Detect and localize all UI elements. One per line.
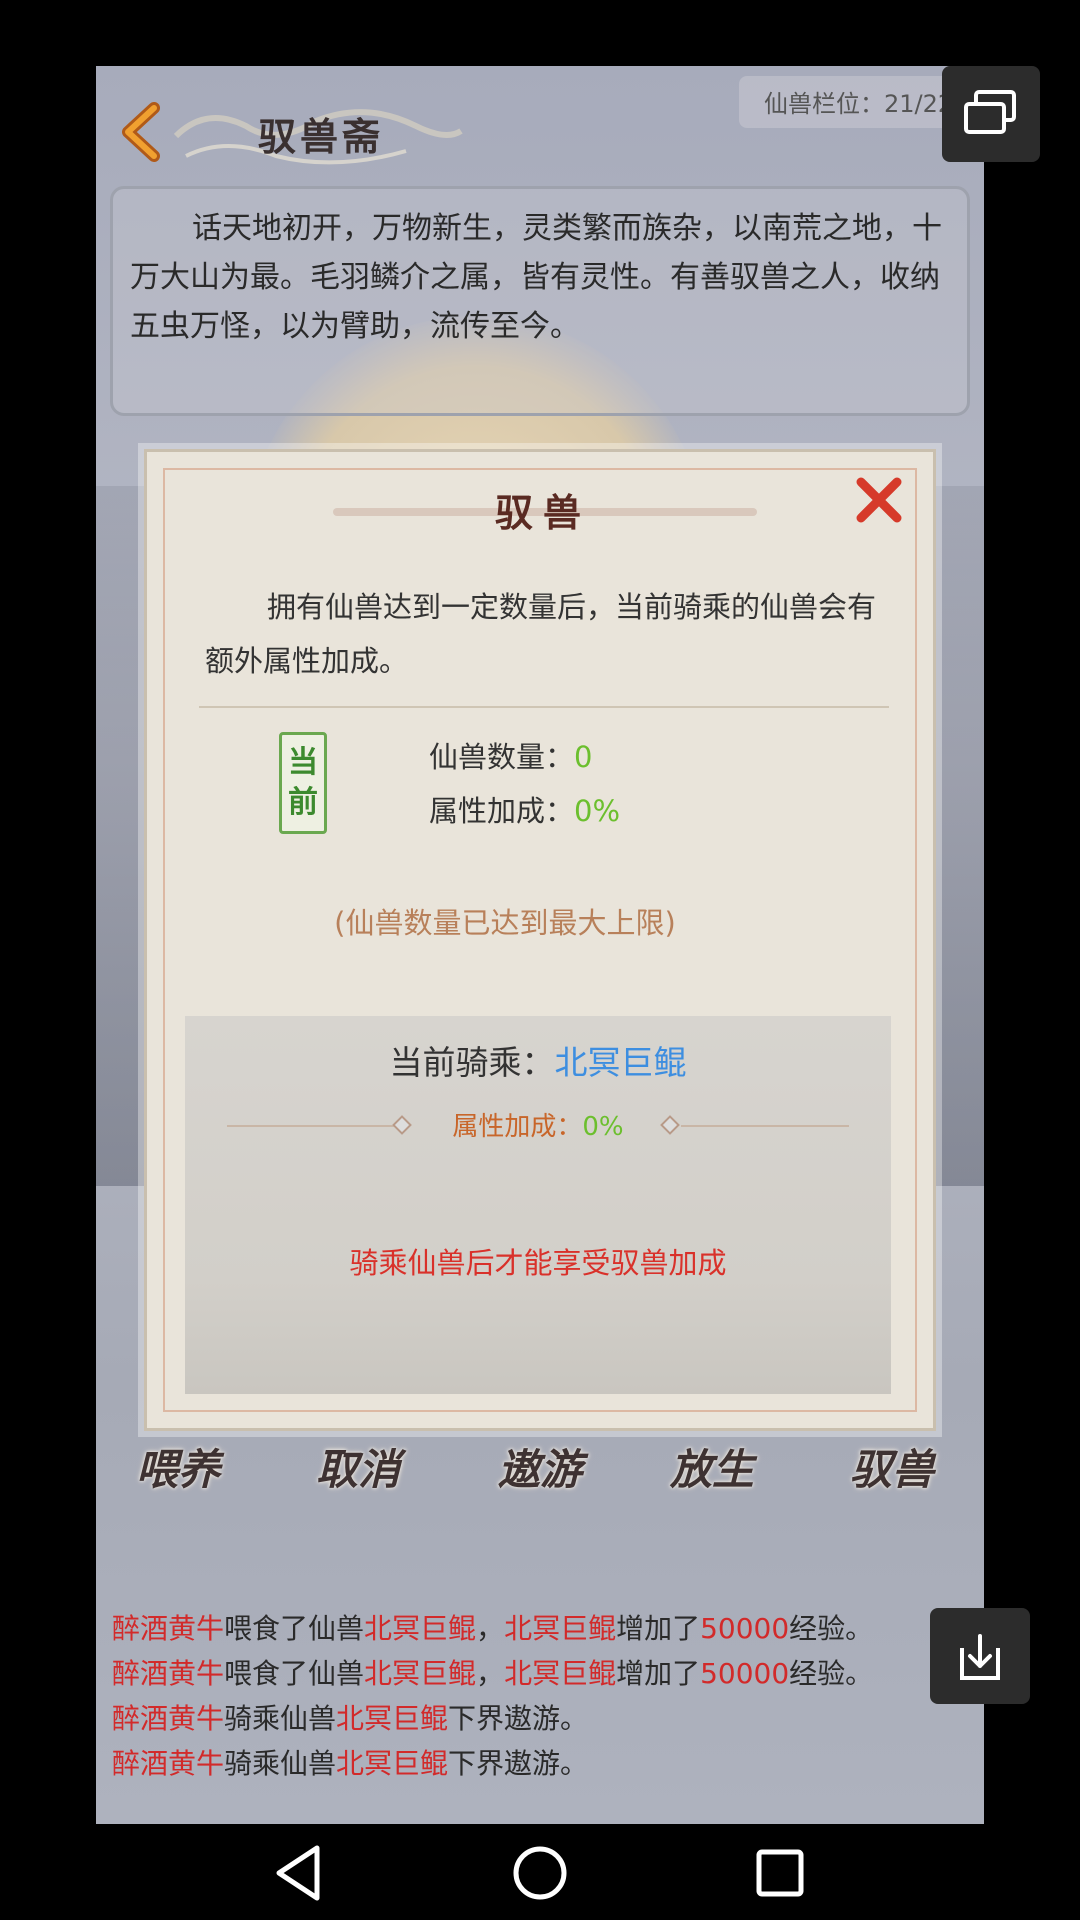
action-feed-button[interactable]: 喂养	[136, 1436, 220, 1497]
story-text: 话天地初开，万物新生，灵类繁而族杂，以南荒之地，十万大山为最。毛羽鳞介之属，皆有…	[130, 211, 942, 344]
ride-panel: 当前骑乘：北冥巨鲲 属性加成：0% 骑乘仙兽后才能享受驭兽加成	[185, 1016, 891, 1394]
event-log: 醉酒黄牛喂食了仙兽北冥巨鲲，北冥巨鲲增加了50000经验。 醉酒黄牛喂食了仙兽北…	[112, 1606, 972, 1786]
square-recent-icon[interactable]	[745, 1838, 815, 1908]
beast-count-value: 0	[574, 740, 593, 774]
tame-dialog: 驭兽 拥有仙兽达到一定数量后，当前骑乘的仙兽会有额外属性加成。 当 前 仙兽数量…	[144, 449, 936, 1431]
close-icon[interactable]	[853, 474, 905, 526]
bonus-value: 0%	[574, 794, 621, 828]
log-entry: 醉酒黄牛喂食了仙兽北冥巨鲲，北冥巨鲲增加了50000经验。	[112, 1657, 874, 1690]
log-entry: 醉酒黄牛喂食了仙兽北冥巨鲲，北冥巨鲲增加了50000经验。	[112, 1612, 874, 1645]
page-title: 驭兽斋	[258, 114, 385, 159]
dialog-title: 驭兽	[494, 490, 591, 535]
log-entry: 醉酒黄牛骑乘仙兽北冥巨鲲下界遨游。	[112, 1702, 589, 1735]
ride-bonus-row: 属性加成：0%	[185, 1106, 891, 1146]
action-tame-button[interactable]: 驭兽	[850, 1436, 934, 1497]
circle-home-icon[interactable]	[505, 1838, 575, 1908]
window-switch-icon	[964, 90, 1016, 134]
triangle-back-icon[interactable]	[265, 1838, 335, 1908]
action-cancel-button[interactable]: 取消	[316, 1436, 400, 1497]
bonus-row: 属性加成：0%	[429, 794, 621, 828]
action-roam-button[interactable]: 遨游	[498, 1436, 582, 1497]
chevron-left-icon[interactable]	[116, 102, 166, 162]
current-badge: 当 前	[279, 732, 327, 834]
ride-bonus-value: 0%	[582, 1112, 624, 1142]
action-bar: 喂养 取消 遨游 放生 驭兽	[96, 1426, 984, 1506]
window-switch-button[interactable]	[942, 66, 1040, 162]
log-entry: 醉酒黄牛骑乘仙兽北冥巨鲲下界遨游。	[112, 1747, 589, 1780]
limit-note: (仙兽数量已达到最大上限)	[334, 906, 676, 940]
system-navbar	[0, 1824, 1080, 1920]
current-ride-row: 当前骑乘：北冥巨鲲	[389, 1043, 687, 1082]
ride-warning: 骑乘仙兽后才能享受驭兽加成	[349, 1246, 727, 1280]
current-ride-value: 北冥巨鲲	[554, 1043, 687, 1082]
divider	[199, 706, 889, 708]
download-button[interactable]	[930, 1608, 1030, 1704]
download-icon	[960, 1634, 1000, 1680]
beast-count-row: 仙兽数量：0	[429, 740, 593, 774]
slot-counter: 仙兽栏位：21/22	[764, 90, 954, 118]
action-release-button[interactable]: 放生	[670, 1436, 754, 1497]
dialog-intro: 拥有仙兽达到一定数量后，当前骑乘的仙兽会有额外属性加成。	[205, 590, 877, 678]
